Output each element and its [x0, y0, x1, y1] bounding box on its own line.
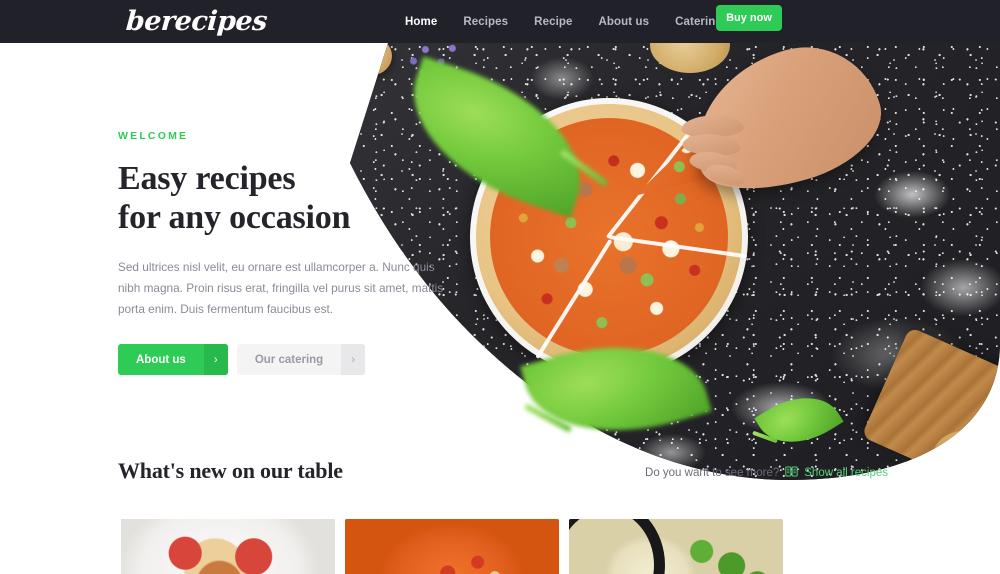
bowl-rim — [569, 519, 665, 574]
recipe-card-list — [121, 519, 881, 574]
wooden-bowl-icon — [298, 63, 354, 119]
about-us-button[interactable]: About us › — [118, 344, 228, 375]
nav-links: Home Recipes Recipe About us Catering — [405, 0, 723, 43]
page-root: berecipes Home Recipes Recipe About us C… — [0, 0, 1000, 574]
section-header: What's new on our table Do you want to s… — [118, 458, 888, 484]
top-navigation-bar: berecipes Home Recipes Recipe About us C… — [0, 0, 1000, 43]
recipe-card-image — [569, 519, 783, 574]
book-icon — [785, 465, 798, 481]
nav-item-home[interactable]: Home — [405, 16, 437, 28]
nav-item-recipe[interactable]: Recipe — [534, 16, 572, 28]
our-catering-button-label: Our catering — [254, 353, 324, 366]
recipe-card-image — [345, 519, 559, 574]
see-more-text: Do you want to see more? — [645, 467, 780, 479]
section-title: What's new on our table — [118, 458, 343, 483]
hero-button-group: About us › Our catering › — [118, 344, 478, 375]
recipe-card[interactable] — [121, 519, 335, 574]
chevron-right-icon: › — [341, 344, 366, 375]
hero-description: Sed ultrices nisl velit, eu ornare est u… — [118, 260, 444, 316]
nav-item-recipes[interactable]: Recipes — [463, 16, 508, 28]
chevron-right-icon: › — [203, 344, 228, 375]
nav-item-about-us[interactable]: About us — [598, 16, 649, 28]
hero-title-line-2: for any occasion — [118, 199, 351, 236]
see-more-group: Do you want to see more? Show all recipe… — [645, 465, 888, 481]
site-logo[interactable]: berecipes — [125, 1, 269, 41]
hero-title-line-1: Easy recipes — [118, 160, 296, 197]
our-catering-button[interactable]: Our catering › — [236, 344, 366, 375]
show-all-recipes-link[interactable]: Show all recipes — [804, 467, 888, 479]
recipe-card[interactable] — [569, 519, 783, 574]
buy-now-button[interactable]: Buy now — [716, 5, 782, 31]
hero-text-block: WELCOME Easy recipes for any occasion Se… — [118, 130, 478, 375]
hero-title: Easy recipes for any occasion — [118, 159, 478, 237]
recipe-card[interactable] — [345, 519, 559, 574]
about-us-button-label: About us — [136, 353, 186, 366]
recipe-card-image — [121, 519, 335, 574]
hero-eyebrow: WELCOME — [118, 130, 189, 142]
